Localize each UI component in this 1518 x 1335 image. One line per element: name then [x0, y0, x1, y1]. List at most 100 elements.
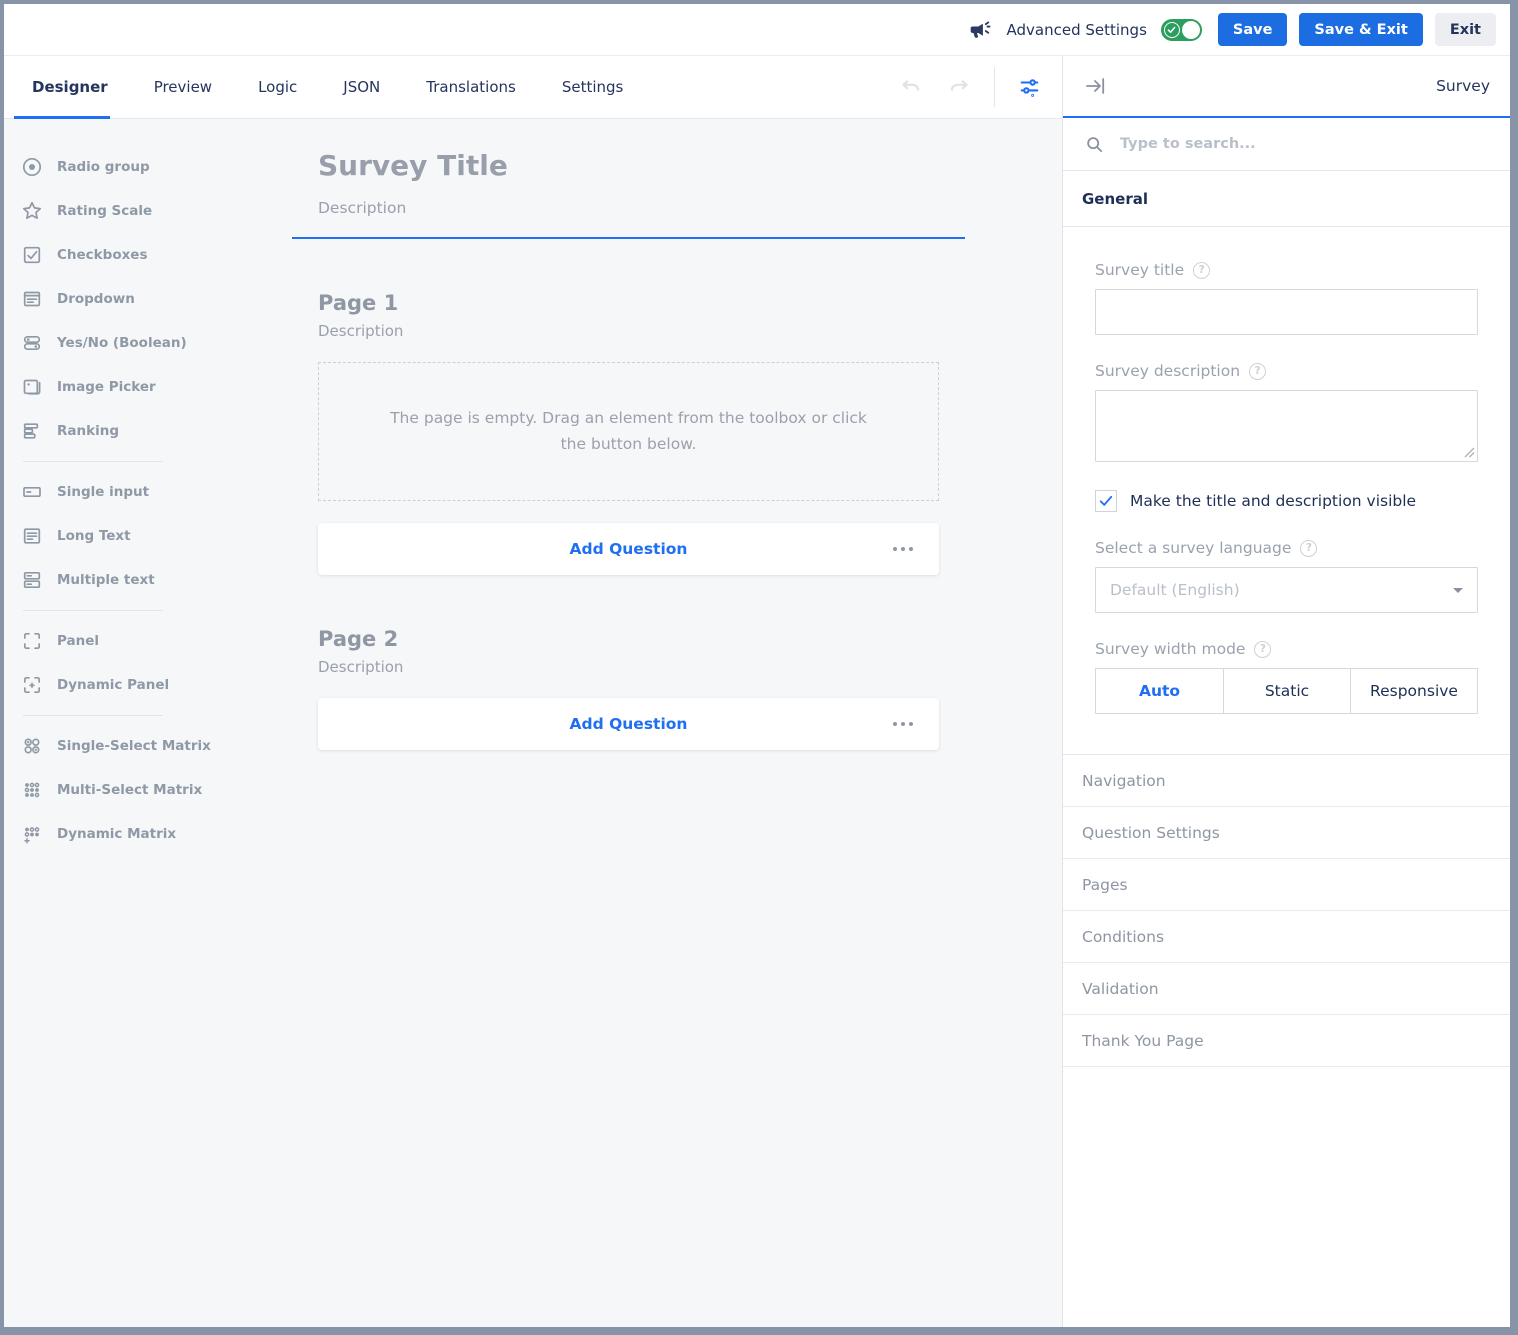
section-validation[interactable]: Validation [1063, 963, 1510, 1015]
tab-preview[interactable]: Preview [154, 56, 212, 118]
toolbox-item-boolean[interactable]: Yes/No (Boolean) [20, 321, 276, 365]
dropdown-icon [20, 287, 44, 311]
property-search-row [1063, 118, 1510, 171]
toggle-check-icon [1164, 22, 1180, 38]
save-and-exit-button[interactable]: Save & Exit [1299, 13, 1422, 46]
collapse-panel-icon[interactable] [1083, 74, 1107, 98]
page-1: Page 1 Description The page is empty. Dr… [292, 291, 965, 575]
width-mode-static[interactable]: Static [1223, 669, 1350, 713]
radio-group-icon [20, 155, 44, 179]
toolbox-item-single-select-matrix[interactable]: Single-Select Matrix [20, 724, 276, 768]
language-select[interactable]: Default (English) [1095, 567, 1478, 613]
page-backdrop: { "topbar": { "advanced_settings": "Adva… [0, 0, 1518, 1335]
add-question-button[interactable]: Add Question [570, 715, 688, 733]
language-label: Select a survey language [1095, 539, 1291, 557]
question-type-menu-icon[interactable] [887, 716, 919, 732]
resize-grip-icon[interactable] [1464, 447, 1475, 458]
property-search-input[interactable] [1118, 135, 1489, 153]
advanced-settings-group: Advanced Settings [968, 18, 1202, 42]
survey-description-label-row: Survey description ? [1095, 362, 1478, 380]
page-title-editable[interactable]: Page 1 [318, 291, 939, 315]
toolbox-item-long-text[interactable]: Long Text [20, 514, 276, 558]
ranking-icon [20, 419, 44, 443]
section-pages[interactable]: Pages [1063, 859, 1510, 911]
toolbox-item-multi-select-matrix[interactable]: Multi-Select Matrix [20, 768, 276, 812]
section-thank-you-page[interactable]: Thank You Page [1063, 1015, 1510, 1067]
width-mode-auto[interactable]: Auto [1096, 669, 1223, 713]
add-question-card[interactable]: Add Question [318, 698, 939, 750]
page-description-editable[interactable]: Description [318, 322, 939, 340]
toolbox-item-dropdown[interactable]: Dropdown [20, 277, 276, 321]
page-2: Page 2 Description Add Question [292, 627, 965, 750]
empty-page-text: The page is empty. Drag an element from … [389, 406, 869, 457]
survey-title-field[interactable] [1095, 289, 1478, 335]
megaphone-icon [968, 18, 993, 42]
panel-icon [20, 629, 44, 653]
toolbox-item-radio-group[interactable]: Radio group [20, 145, 276, 189]
save-button[interactable]: Save [1218, 13, 1288, 46]
undo-icon[interactable] [898, 74, 924, 100]
language-label-row: Select a survey language ? [1095, 539, 1478, 557]
section-general-content: Survey title ? Survey description ? [1063, 227, 1510, 755]
empty-page-dropzone[interactable]: The page is empty. Drag an element from … [318, 362, 939, 501]
survey-creator-window: Advanced Settings Save Save & Exit Exit … [4, 4, 1510, 1327]
tab-tools [898, 56, 1062, 118]
tab-designer[interactable]: Designer [32, 56, 108, 118]
multiple-text-icon [20, 568, 44, 592]
title-visibility-checkbox-row[interactable]: Make the title and description visible [1095, 490, 1478, 512]
section-navigation[interactable]: Navigation [1063, 755, 1510, 807]
toolbox-divider [23, 610, 163, 611]
width-mode-label-row: Survey width mode ? [1095, 640, 1478, 658]
toolbox-item-dynamic-matrix[interactable]: Dynamic Matrix [20, 812, 276, 856]
toolbar-divider [994, 67, 995, 107]
question-type-menu-icon[interactable] [887, 541, 919, 557]
multi-select-matrix-icon [20, 778, 44, 802]
add-question-button[interactable]: Add Question [570, 540, 688, 558]
survey-description-field[interactable] [1095, 390, 1478, 462]
single-input-icon [20, 480, 44, 504]
section-conditions[interactable]: Conditions [1063, 911, 1510, 963]
long-text-icon [20, 524, 44, 548]
creator-settings-icon[interactable] [1017, 75, 1042, 100]
section-question-settings[interactable]: Question Settings [1063, 807, 1510, 859]
tab-logic[interactable]: Logic [258, 56, 297, 118]
toolbox-item-image-picker[interactable]: Image Picker [20, 365, 276, 409]
toggle-knob [1182, 21, 1200, 39]
image-picker-icon [20, 375, 44, 399]
redo-icon[interactable] [946, 74, 972, 100]
dynamic-panel-icon [20, 673, 44, 697]
design-surface: Radio group Rating Scale Checkboxes Drop… [4, 119, 1062, 1327]
advanced-settings-toggle[interactable] [1161, 19, 1202, 41]
width-mode-responsive[interactable]: Responsive [1350, 669, 1477, 713]
survey-description-editable[interactable]: Description [318, 199, 939, 217]
search-icon [1084, 134, 1105, 155]
help-icon[interactable]: ? [1193, 262, 1210, 279]
survey-title-editable[interactable]: Survey Title [318, 149, 939, 182]
section-general-header[interactable]: General [1063, 171, 1510, 227]
tab-translations[interactable]: Translations [426, 56, 516, 118]
rating-scale-icon [20, 199, 44, 223]
toolbox-item-single-input[interactable]: Single input [20, 470, 276, 514]
exit-button[interactable]: Exit [1435, 13, 1496, 46]
help-icon[interactable]: ? [1300, 540, 1317, 557]
toolbox-item-dynamic-panel[interactable]: Dynamic Panel [20, 663, 276, 707]
toolbox-item-panel[interactable]: Panel [20, 619, 276, 663]
help-icon[interactable]: ? [1249, 363, 1266, 380]
toolbox-item-checkboxes[interactable]: Checkboxes [20, 233, 276, 277]
toolbox-item-multiple-text[interactable]: Multiple text [20, 558, 276, 602]
dynamic-matrix-icon [20, 822, 44, 846]
help-icon[interactable]: ? [1254, 641, 1271, 658]
tab-json[interactable]: JSON [343, 56, 380, 118]
add-question-card[interactable]: Add Question [318, 523, 939, 575]
language-select-value: Default (English) [1110, 581, 1240, 599]
property-grid-panel: Survey General Survey title ? Survey des… [1062, 56, 1510, 1327]
page-description-editable[interactable]: Description [318, 658, 939, 676]
width-mode-group: Auto Static Responsive [1095, 668, 1478, 714]
tab-settings[interactable]: Settings [562, 56, 624, 118]
toolbox-item-ranking[interactable]: Ranking [20, 409, 276, 453]
title-visibility-label: Make the title and description visible [1130, 492, 1416, 510]
page-title-editable[interactable]: Page 2 [318, 627, 939, 651]
checkbox-checked-icon[interactable] [1095, 490, 1117, 512]
toolbox-item-rating-scale[interactable]: Rating Scale [20, 189, 276, 233]
toolbox-divider [23, 715, 163, 716]
